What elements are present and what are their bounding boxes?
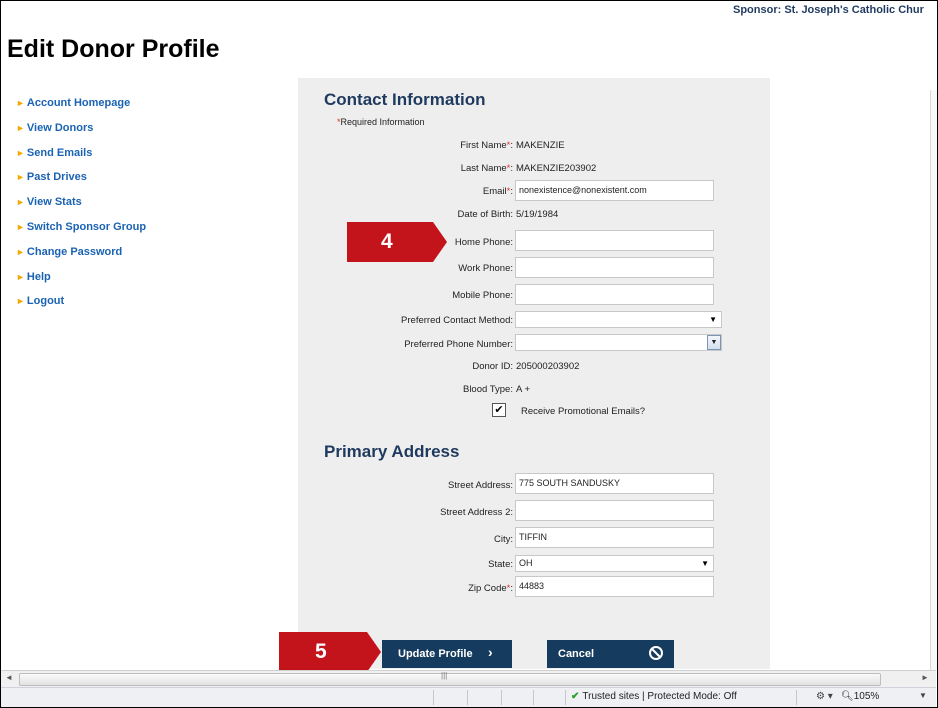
promo-email-label: Receive Promotional Emails?: [521, 406, 646, 417]
work-phone-field[interactable]: [515, 257, 714, 278]
bullet-arrow-icon: ►: [16, 147, 25, 158]
cancel-button[interactable]: Cancel: [547, 640, 674, 668]
nav-help[interactable]: ► Help: [16, 271, 146, 296]
bullet-arrow-icon: ►: [16, 98, 25, 108]
nav-switch-sponsor-group[interactable]: ► Switch Sponsor Group: [16, 221, 146, 246]
first-name-value: MAKENZIE: [516, 140, 565, 151]
nav-send-emails[interactable]: ► Send Emails: [16, 147, 146, 172]
status-divider: [533, 690, 534, 705]
street2-label: Street Address 2:: [440, 507, 513, 518]
sidebar-nav: ► Account Homepage ► View Donors ► Send Ema…: [16, 97, 146, 320]
chevron-down-icon: ▼: [709, 315, 717, 324]
scroll-left-icon[interactable]: ◄: [5, 673, 13, 682]
contact-section-title: Contact Information: [324, 90, 486, 109]
security-zone-status[interactable]: ✔ Trusted sites | Protected Mode: Off: [571, 691, 737, 702]
street-field[interactable]: 775 SOUTH SANDUSKY: [515, 473, 714, 494]
status-divider: [501, 690, 502, 705]
status-divider: [796, 690, 797, 705]
zip-label: Zip Code*:: [468, 583, 513, 594]
donor-id-value: 205000203902: [516, 361, 580, 372]
nav-view-donors[interactable]: ► View Donors: [16, 122, 146, 147]
protected-mode-icon[interactable]: ⚙ ▾: [816, 691, 833, 702]
page-title: Edit Donor Profile: [7, 35, 220, 63]
chevron-down-icon: ▼: [707, 335, 721, 350]
address-section-title: Primary Address: [324, 442, 460, 461]
nav-account-homepage[interactable]: ► Account Homepage: [16, 97, 146, 122]
status-divider: [433, 690, 434, 705]
scroll-right-icon[interactable]: ►: [921, 673, 929, 682]
nav-view-stats[interactable]: ► View Stats: [16, 196, 146, 221]
sponsor-label: Sponsor: St. Joseph's Catholic Chur: [733, 4, 924, 16]
cancel-circle-icon: [648, 645, 664, 664]
mobile-phone-field[interactable]: [515, 284, 714, 305]
last-name-value: MAKENZIE203902: [516, 163, 597, 174]
nav-past-drives[interactable]: ► Past Drives: [16, 171, 146, 196]
city-label: City:: [494, 534, 513, 545]
zoom-dropdown-icon[interactable]: ▼: [919, 691, 927, 700]
state-select[interactable]: OH ▼: [515, 555, 714, 572]
nav-logout[interactable]: ► Logout: [16, 295, 146, 320]
status-divider: [565, 690, 566, 705]
chevron-right-icon: ›: [488, 644, 493, 660]
zip-field[interactable]: 44883: [515, 576, 714, 597]
bullet-arrow-icon: ►: [16, 246, 25, 257]
home-phone-label: Home Phone:: [454, 237, 513, 248]
work-phone-label: Work Phone:: [458, 263, 513, 274]
zoom-level[interactable]: 🔍︎105%: [841, 691, 879, 702]
city-field[interactable]: TIFFIN: [515, 527, 714, 548]
scroll-grip-icon: |||: [441, 671, 448, 680]
blood-type-label: Blood Type:: [462, 384, 513, 395]
bullet-arrow-icon: ►: [16, 296, 25, 307]
promo-email-checkbox[interactable]: ✔: [492, 403, 506, 417]
vertical-scrollbar[interactable]: [930, 90, 937, 670]
update-profile-button[interactable]: Update Profile ›: [382, 640, 512, 668]
donor-id-label: Donor ID:: [472, 361, 513, 372]
street2-field[interactable]: [515, 500, 714, 521]
dob-value: 5/19/1984: [516, 209, 559, 220]
preferred-phone-select[interactable]: ▼: [515, 334, 722, 351]
preferred-phone-label: Preferred Phone Number:: [404, 339, 513, 350]
bullet-arrow-icon: ►: [16, 172, 25, 183]
chevron-down-icon: ▼: [701, 559, 709, 568]
required-note: *Required Information: [337, 117, 425, 127]
scroll-thumb[interactable]: [19, 673, 881, 686]
horizontal-scrollbar[interactable]: ◄ ||| ►: [1, 670, 936, 687]
home-phone-field[interactable]: [515, 230, 714, 251]
checkmark-icon: ✔: [571, 691, 580, 702]
bullet-arrow-icon: ►: [16, 271, 25, 282]
blood-type-value: A +: [516, 384, 530, 395]
mobile-phone-label: Mobile Phone:: [452, 290, 513, 301]
email-field[interactable]: nonexistence@nonexistent.com: [515, 180, 714, 201]
bullet-arrow-icon: ►: [16, 197, 25, 208]
bullet-arrow-icon: ►: [16, 122, 25, 133]
nav-change-password[interactable]: ► Change Password: [16, 246, 146, 271]
last-name-label: Last Name*:: [460, 163, 513, 174]
email-label: Email*:: [482, 186, 513, 197]
bullet-arrow-icon: ►: [16, 221, 25, 232]
state-label: State:: [488, 559, 513, 570]
street-label: Street Address:: [448, 480, 513, 491]
status-bar: ✔ Trusted sites | Protected Mode: Off ⚙ ▾…: [1, 687, 936, 707]
first-name-label: First Name*:: [460, 140, 513, 151]
status-divider: [467, 690, 468, 705]
dob-label: Date of Birth:: [457, 209, 513, 220]
step-4-callout: 4: [347, 222, 447, 262]
preferred-contact-label: Preferred Contact Method:: [401, 315, 513, 326]
step-5-callout: 5: [279, 632, 381, 672]
preferred-contact-select[interactable]: ▼: [515, 311, 722, 328]
